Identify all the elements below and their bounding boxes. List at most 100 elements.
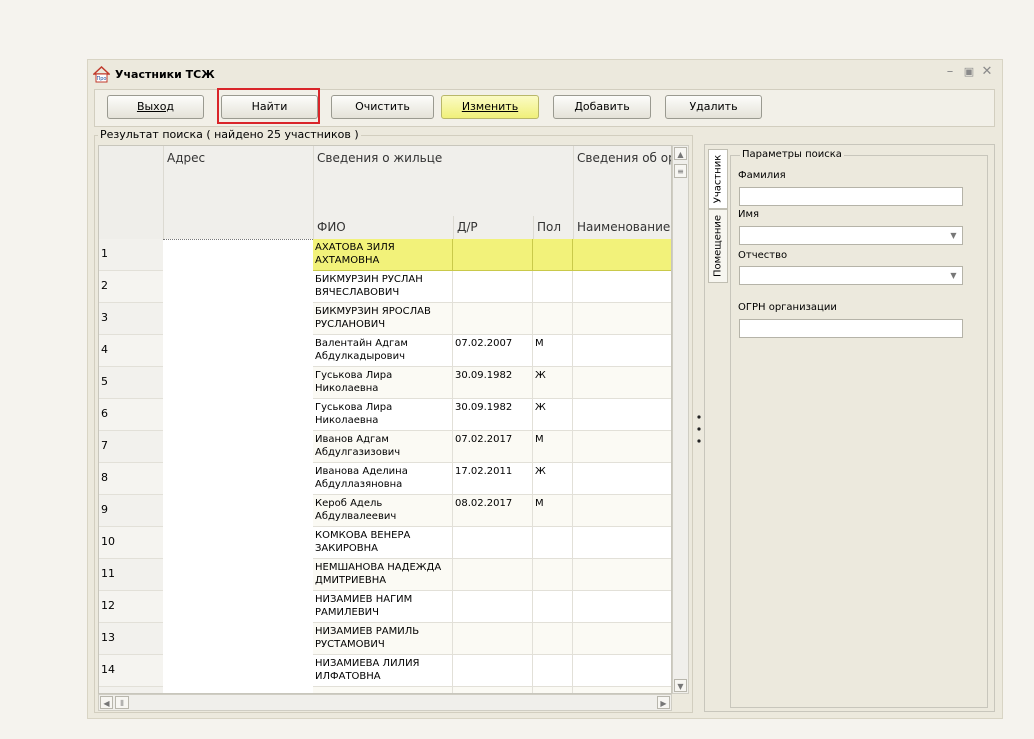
- fio-cell[interactable]: Иванов Адгам Абдулгазизович: [313, 431, 453, 463]
- dob-cell[interactable]: 08.02.2017: [453, 495, 533, 527]
- chevron-down-icon[interactable]: ▼: [945, 267, 962, 284]
- fio-cell[interactable]: Кероб Адель Абдулвалеевич: [313, 495, 453, 527]
- row-number[interactable]: 12: [99, 591, 163, 623]
- org-name-cell[interactable]: [573, 367, 671, 399]
- dob-cell[interactable]: [453, 687, 533, 693]
- scroll-down-icon[interactable]: ▼: [674, 679, 687, 692]
- row-number[interactable]: 1: [99, 239, 163, 271]
- sex-cell[interactable]: Ж: [533, 367, 573, 399]
- address-cell[interactable]: [163, 431, 313, 463]
- clear-button[interactable]: Очистить: [331, 95, 434, 119]
- header-fio[interactable]: ФИО: [313, 216, 453, 239]
- results-grid[interactable]: Адрес Сведения о жильце Сведения об орг …: [98, 145, 672, 694]
- row-number[interactable]: 4: [99, 335, 163, 367]
- address-cell[interactable]: [163, 687, 313, 693]
- sex-cell[interactable]: [533, 271, 573, 303]
- org-name-cell[interactable]: [573, 559, 671, 591]
- row-number[interactable]: 8: [99, 463, 163, 495]
- header-dob[interactable]: Д/Р: [453, 216, 533, 239]
- row-number[interactable]: 9: [99, 495, 163, 527]
- hscroll-thumb[interactable]: ⦀: [115, 696, 129, 709]
- scroll-up-icon[interactable]: ▲: [674, 147, 687, 160]
- org-name-cell[interactable]: [573, 335, 671, 367]
- address-cell[interactable]: [163, 271, 313, 303]
- header-resident-info[interactable]: Сведения о жильце: [313, 146, 573, 216]
- exit-button[interactable]: Выход: [107, 95, 204, 119]
- fio-cell[interactable]: НЕМШАНОВА НАДЕЖДА ДМИТРИЕВНА: [313, 559, 453, 591]
- dob-cell[interactable]: 30.09.1982: [453, 367, 533, 399]
- address-cell[interactable]: [163, 367, 313, 399]
- org-name-cell[interactable]: [573, 463, 671, 495]
- vertical-scrollbar[interactable]: ▲ ≡ ▼: [672, 145, 689, 694]
- org-name-cell[interactable]: [573, 623, 671, 655]
- sex-cell[interactable]: [533, 623, 573, 655]
- sex-cell[interactable]: [533, 303, 573, 335]
- dob-cell[interactable]: 30.09.1982: [453, 399, 533, 431]
- address-cell[interactable]: [163, 239, 313, 271]
- address-cell[interactable]: [163, 591, 313, 623]
- header-org-name[interactable]: Наименование: [573, 216, 671, 239]
- address-cell[interactable]: [163, 495, 313, 527]
- org-name-cell[interactable]: [573, 271, 671, 303]
- dob-cell[interactable]: 07.02.2017: [453, 431, 533, 463]
- sex-cell[interactable]: [533, 527, 573, 559]
- sex-cell[interactable]: Ж: [533, 399, 573, 431]
- tab-premises[interactable]: Помещение: [708, 209, 728, 283]
- fio-cell[interactable]: Валентайн Адгам Абдулкадырович: [313, 335, 453, 367]
- dob-cell[interactable]: [453, 271, 533, 303]
- row-number[interactable]: 6: [99, 399, 163, 431]
- org-name-cell[interactable]: [573, 431, 671, 463]
- sex-cell[interactable]: [533, 559, 573, 591]
- address-cell[interactable]: [163, 623, 313, 655]
- row-number[interactable]: 11: [99, 559, 163, 591]
- dob-cell[interactable]: [453, 239, 533, 271]
- scroll-right-icon[interactable]: ▶: [657, 696, 670, 709]
- sex-cell[interactable]: Ж: [533, 463, 573, 495]
- org-name-cell[interactable]: [573, 239, 671, 271]
- dob-cell[interactable]: [453, 527, 533, 559]
- delete-button[interactable]: Удалить: [665, 95, 762, 119]
- sex-cell[interactable]: [533, 687, 573, 693]
- address-cell[interactable]: [163, 527, 313, 559]
- dob-cell[interactable]: 17.02.2011: [453, 463, 533, 495]
- ogrn-input[interactable]: [739, 319, 963, 338]
- org-name-cell[interactable]: [573, 655, 671, 687]
- dob-cell[interactable]: [453, 623, 533, 655]
- address-cell[interactable]: [163, 335, 313, 367]
- name-combobox[interactable]: ▼: [739, 226, 963, 245]
- fio-cell[interactable]: Иванова Аделина Абдуллазяновна: [313, 463, 453, 495]
- fio-cell[interactable]: [313, 687, 453, 693]
- sex-cell[interactable]: [533, 591, 573, 623]
- header-org-info[interactable]: Сведения об орг: [573, 146, 671, 216]
- dob-cell[interactable]: [453, 591, 533, 623]
- fio-cell[interactable]: КОМКОВА ВЕНЕРА ЗАКИРОВНА: [313, 527, 453, 559]
- fio-cell[interactable]: НИЗАМИЕВ РАМИЛЬ РУСТАМОВИЧ: [313, 623, 453, 655]
- address-cell[interactable]: [163, 399, 313, 431]
- add-button[interactable]: Добавить: [553, 95, 651, 119]
- row-number[interactable]: 14: [99, 655, 163, 687]
- fio-cell[interactable]: Гуськова Лира Николаевна: [313, 399, 453, 431]
- org-name-cell[interactable]: [573, 687, 671, 693]
- row-number[interactable]: 10: [99, 527, 163, 559]
- org-name-cell[interactable]: [573, 591, 671, 623]
- horizontal-scrollbar[interactable]: ◀ ⦀ ▶: [98, 694, 672, 711]
- row-number[interactable]: 7: [99, 431, 163, 463]
- patronymic-combobox[interactable]: ▼: [739, 266, 963, 285]
- edit-button[interactable]: Изменить: [441, 95, 539, 119]
- minimize-icon[interactable]: –: [943, 65, 957, 79]
- splitter-grip-icon[interactable]: [696, 414, 702, 444]
- header-address[interactable]: Адрес: [163, 146, 313, 239]
- fio-cell[interactable]: НИЗАМИЕВА ЛИЛИЯ ИЛФАТОВНА: [313, 655, 453, 687]
- row-number[interactable]: 5: [99, 367, 163, 399]
- maximize-icon[interactable]: ▣: [962, 65, 976, 79]
- close-icon[interactable]: ✕: [980, 65, 994, 79]
- dob-cell[interactable]: [453, 655, 533, 687]
- dob-cell[interactable]: 07.02.2007: [453, 335, 533, 367]
- sex-cell[interactable]: [533, 239, 573, 271]
- row-number[interactable]: 13: [99, 623, 163, 655]
- sex-cell[interactable]: М: [533, 495, 573, 527]
- address-cell[interactable]: [163, 655, 313, 687]
- surname-input[interactable]: [739, 187, 963, 206]
- row-number[interactable]: 2: [99, 271, 163, 303]
- header-sex[interactable]: Пол: [533, 216, 573, 239]
